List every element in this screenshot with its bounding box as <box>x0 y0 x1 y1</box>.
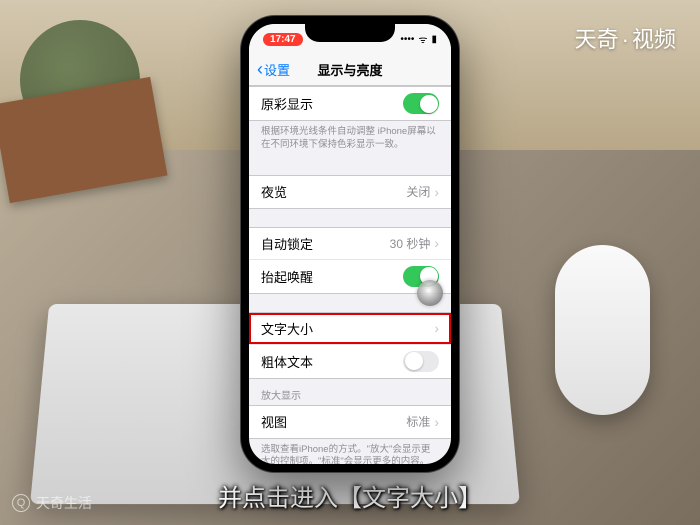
wifi-icon: ᯤ <box>418 32 427 46</box>
row-bold-text[interactable]: 粗体文本 <box>249 345 451 378</box>
battery-icon: ▮ <box>431 34 437 45</box>
row-true-tone[interactable]: 原彩显示 <box>249 87 451 120</box>
signal-icon: •••• <box>400 34 414 45</box>
section-header-zoom: 放大显示 <box>249 379 451 405</box>
assistive-touch-icon[interactable] <box>417 280 443 306</box>
notch <box>305 24 395 42</box>
true-tone-footer: 根据环境光线条件自动调整 iPhone屏幕以在不同环境下保持色彩显示一致。 <box>249 121 451 157</box>
view-footer: 选取查看iPhone的方式。"放大"会显示更大的控制项。"标准"会显示更多的内容… <box>249 439 451 464</box>
chevron-right-icon: › <box>434 320 439 336</box>
phone-frame: 17:47 •••• ᯤ ▮ ‹ 设置 显示与亮度 原彩显示 根据环境光线条件自… <box>241 16 459 472</box>
chevron-right-icon: › <box>434 414 439 430</box>
toggle-bold-text[interactable] <box>403 351 439 372</box>
back-button[interactable]: ‹ 设置 <box>257 59 290 80</box>
video-caption: 并点击进入【文字大小】 <box>218 478 482 513</box>
row-view[interactable]: 视图 标准› <box>249 406 451 438</box>
chevron-right-icon: › <box>434 184 439 200</box>
row-night-shift[interactable]: 夜览 关闭› <box>249 176 451 208</box>
toggle-true-tone[interactable] <box>403 93 439 114</box>
status-time: 17:47 <box>263 33 303 46</box>
brand-watermark: 天奇·视频 <box>575 22 676 54</box>
nav-bar: ‹ 设置 显示与亮度 <box>249 54 451 86</box>
corner-watermark: Q 天奇生活 <box>12 493 92 513</box>
page-title: 显示与亮度 <box>317 60 382 79</box>
chevron-left-icon: ‹ <box>257 59 263 80</box>
chevron-right-icon: › <box>434 235 439 251</box>
row-auto-lock[interactable]: 自动锁定 30 秒钟› <box>249 228 451 260</box>
row-text-size[interactable]: 文字大小 › <box>249 313 451 345</box>
